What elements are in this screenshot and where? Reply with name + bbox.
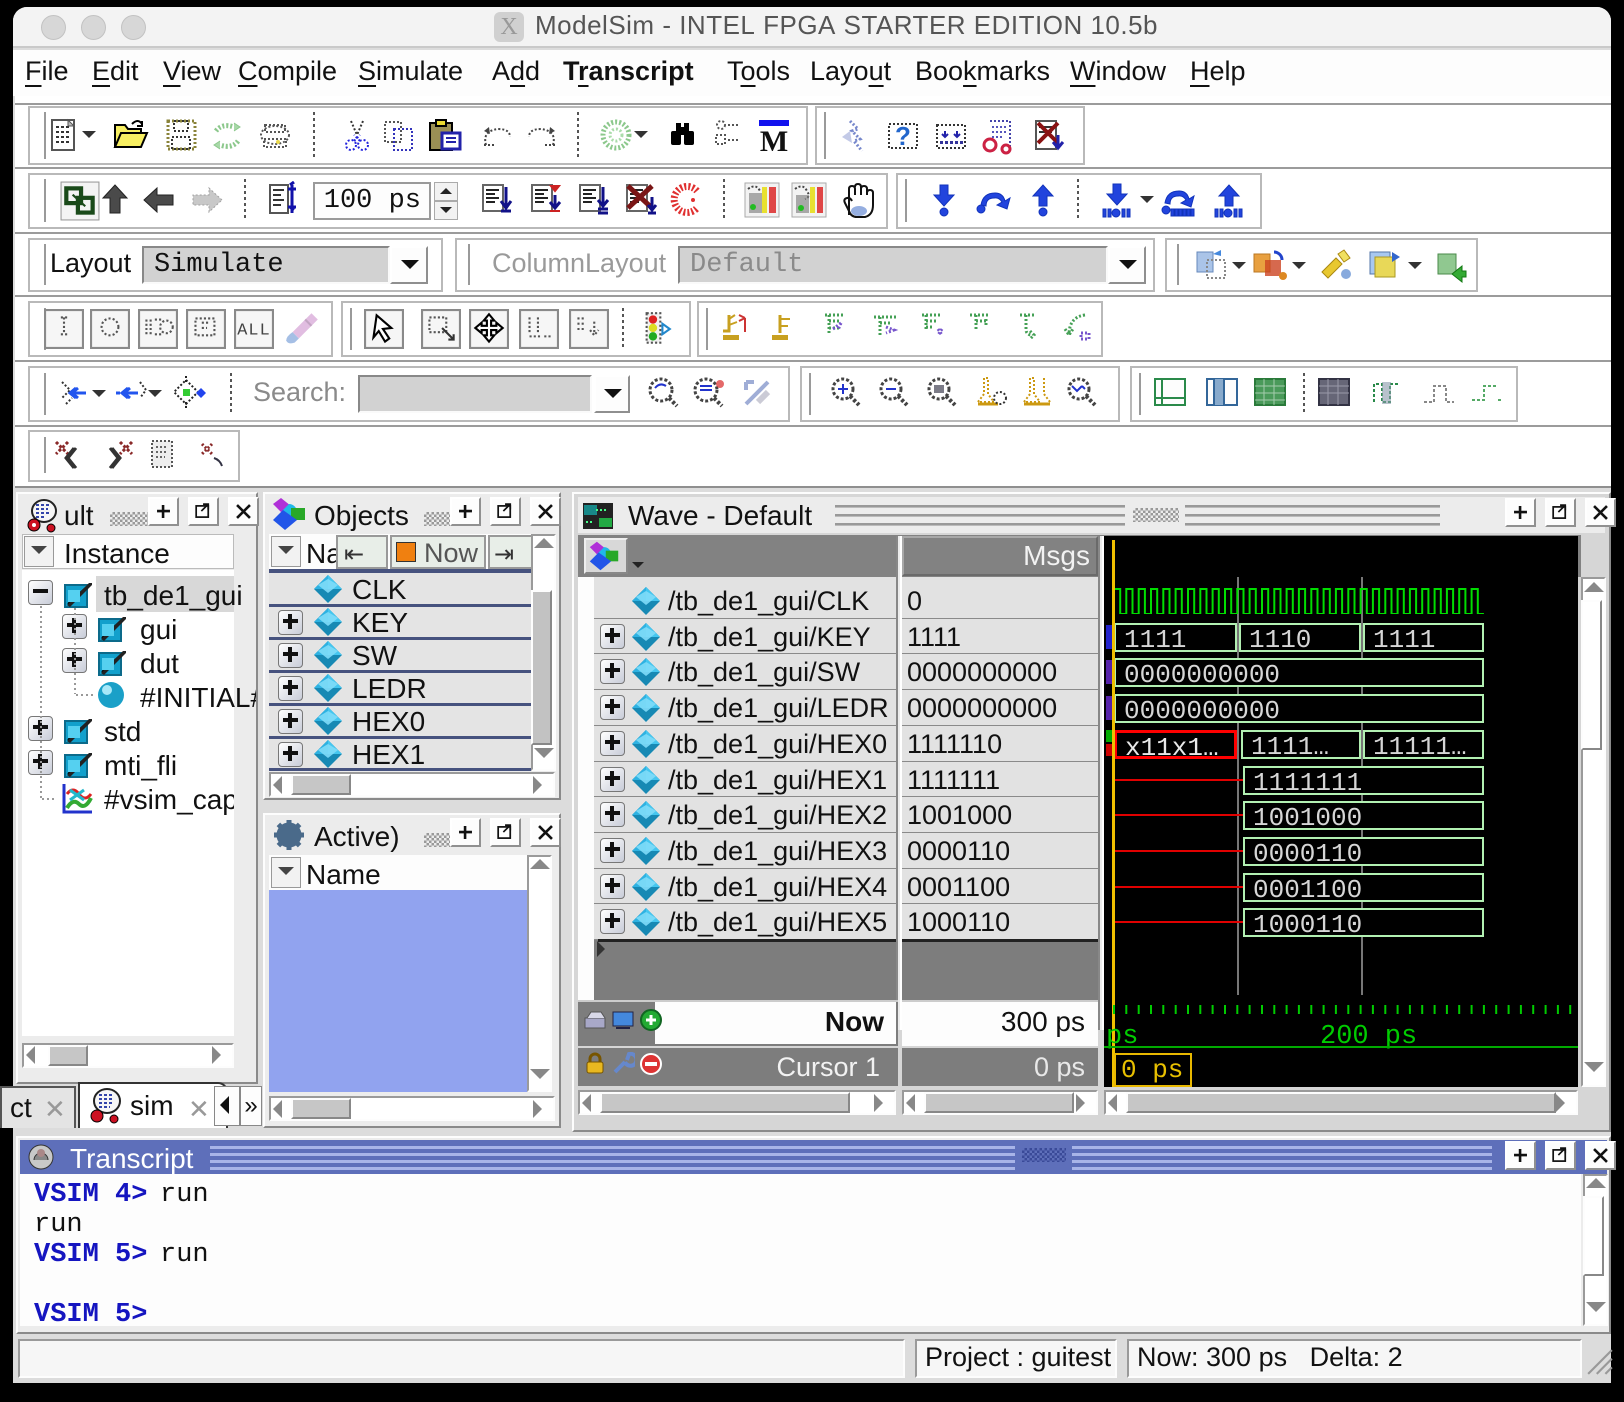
svg-text:?: ?: [895, 121, 911, 151]
svg-text:M: M: [760, 125, 788, 155]
svg-text:ALL: ALL: [237, 321, 270, 340]
